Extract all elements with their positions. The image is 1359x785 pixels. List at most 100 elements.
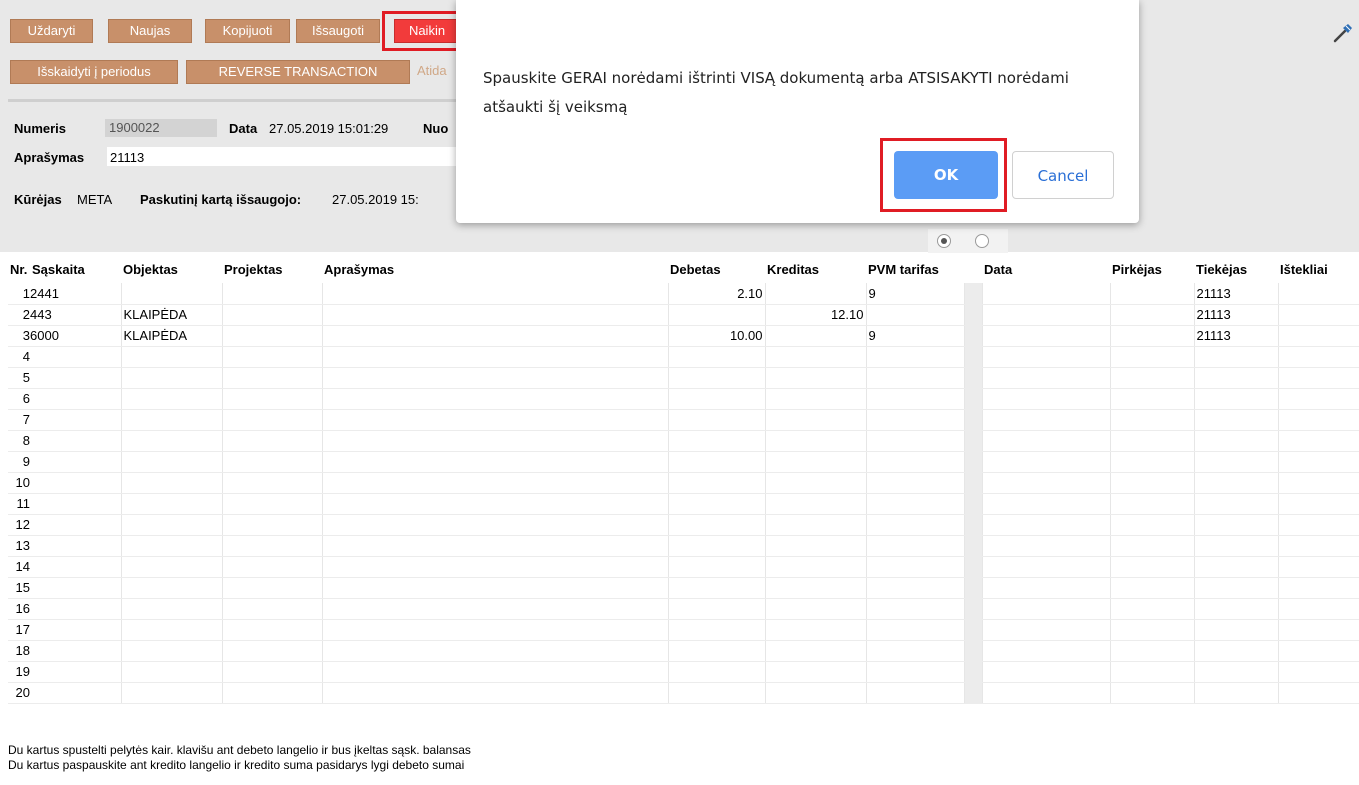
cell-object[interactable] [121,577,223,599]
cell-account[interactable] [30,598,122,620]
cell-resources[interactable] [1278,556,1359,578]
cell-project[interactable] [222,577,323,599]
cell-credit[interactable]: 12.10 [765,304,867,326]
cell-date[interactable] [982,325,1111,347]
cell-description[interactable] [322,493,669,515]
cell-description[interactable] [322,598,669,620]
cell-project[interactable] [222,661,323,683]
cell-debit[interactable] [668,514,766,536]
cell-account[interactable] [30,367,122,389]
cell-credit[interactable] [765,409,867,431]
cell-object[interactable]: KLAIPĖDA [121,325,223,347]
cell-project[interactable] [222,556,323,578]
cell-project[interactable] [222,367,323,389]
cell-credit[interactable] [765,472,867,494]
cell-debit[interactable] [668,493,766,515]
cell-vat[interactable] [866,556,965,578]
cell-resources[interactable] [1278,577,1359,599]
cell-buyer[interactable] [1110,535,1195,557]
cell-description[interactable] [322,472,669,494]
cell-resources[interactable] [1278,535,1359,557]
cell-description[interactable] [322,640,669,662]
cell-account[interactable]: 6000 [30,325,122,347]
cell-object[interactable] [121,409,223,431]
cell-supplier[interactable]: 21113 [1194,304,1279,326]
cell-vat[interactable] [866,514,965,536]
cell-account[interactable] [30,472,122,494]
date-field[interactable]: 27.05.2019 15:01:29 [269,121,388,136]
cell-credit[interactable] [765,598,867,620]
cell-credit[interactable] [765,430,867,452]
cell-credit[interactable] [765,661,867,683]
cell-credit[interactable] [765,346,867,368]
cell-debit[interactable] [668,556,766,578]
cell-object[interactable] [121,388,223,410]
cell-project[interactable] [222,451,323,473]
cell-account[interactable] [30,451,122,473]
cell-buyer[interactable] [1110,682,1195,704]
cell-object[interactable] [121,283,223,305]
cell-project[interactable] [222,304,323,326]
cell-supplier[interactable] [1194,640,1279,662]
cell-credit[interactable] [765,682,867,704]
cell-date[interactable] [982,367,1111,389]
cell-account[interactable] [30,556,122,578]
cell-object[interactable] [121,556,223,578]
cell-date[interactable] [982,619,1111,641]
cell-date[interactable] [982,493,1111,515]
cell-debit[interactable] [668,682,766,704]
cell-object[interactable] [121,640,223,662]
cell-object[interactable] [121,619,223,641]
cell-account[interactable] [30,430,122,452]
cell-supplier[interactable] [1194,661,1279,683]
cell-resources[interactable] [1278,451,1359,473]
cell-debit[interactable] [668,577,766,599]
cell-resources[interactable] [1278,640,1359,662]
cell-date[interactable] [982,535,1111,557]
delete-button[interactable]: Naikin [394,19,460,43]
cell-object[interactable] [121,430,223,452]
cell-buyer[interactable] [1110,451,1195,473]
cell-buyer[interactable] [1110,304,1195,326]
cell-project[interactable] [222,409,323,431]
cell-resources[interactable] [1278,388,1359,410]
cell-date[interactable] [982,451,1111,473]
cell-debit[interactable] [668,640,766,662]
cell-resources[interactable] [1278,304,1359,326]
cell-debit[interactable] [668,430,766,452]
cell-buyer[interactable] [1110,598,1195,620]
radio-option-2[interactable] [975,234,989,248]
cell-vat[interactable] [866,451,965,473]
cell-buyer[interactable] [1110,472,1195,494]
cell-account[interactable] [30,493,122,515]
cell-project[interactable] [222,325,323,347]
cell-account[interactable]: 443 [30,304,122,326]
cell-debit[interactable]: 10.00 [668,325,766,347]
cell-credit[interactable] [765,451,867,473]
cell-credit[interactable] [765,619,867,641]
reverse-transaction-button[interactable]: REVERSE TRANSACTION [186,60,410,84]
cell-debit[interactable] [668,304,766,326]
save-button[interactable]: Išsaugoti [296,19,380,43]
cell-resources[interactable] [1278,325,1359,347]
cell-object[interactable] [121,346,223,368]
cell-vat[interactable] [866,577,965,599]
cell-debit[interactable] [668,409,766,431]
cell-vat[interactable] [866,640,965,662]
cell-buyer[interactable] [1110,388,1195,410]
cell-resources[interactable] [1278,619,1359,641]
cell-resources[interactable] [1278,409,1359,431]
cell-debit[interactable] [668,346,766,368]
new-button[interactable]: Naujas [108,19,192,43]
cell-date[interactable] [982,556,1111,578]
cell-vat[interactable]: 9 [866,325,965,347]
cell-project[interactable] [222,430,323,452]
cell-supplier[interactable] [1194,430,1279,452]
cell-buyer[interactable] [1110,283,1195,305]
cell-date[interactable] [982,598,1111,620]
cell-project[interactable] [222,682,323,704]
cell-supplier[interactable] [1194,577,1279,599]
cell-buyer[interactable] [1110,346,1195,368]
cell-supplier[interactable] [1194,409,1279,431]
cell-buyer[interactable] [1110,493,1195,515]
